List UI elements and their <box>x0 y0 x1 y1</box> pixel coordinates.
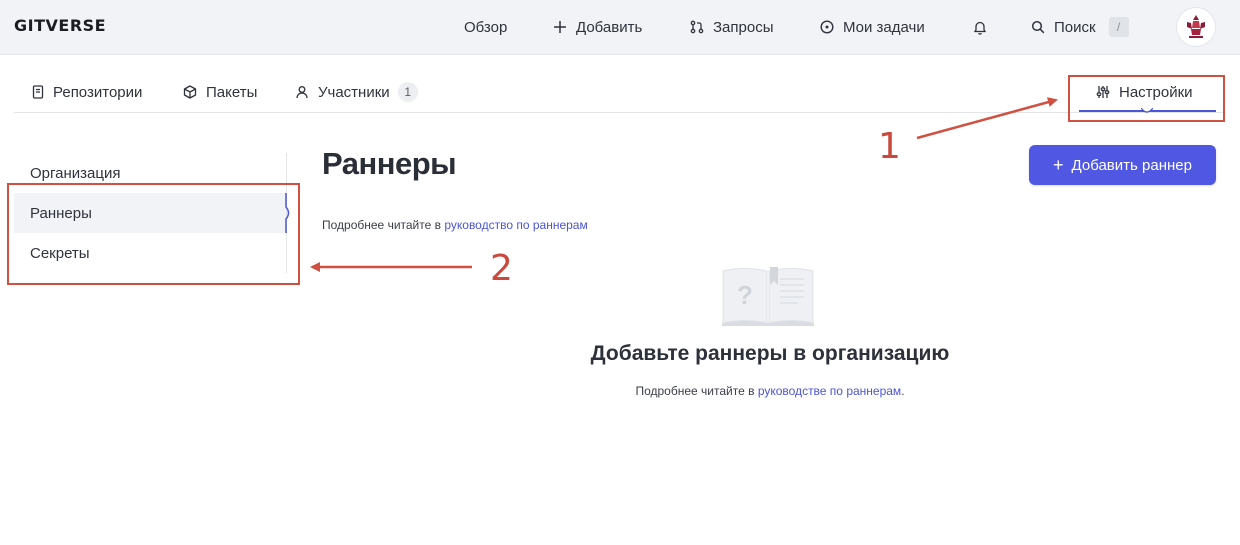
tab-members-label: Участники <box>318 83 390 101</box>
runners-guide-link[interactable]: руководство по раннерам <box>444 218 587 232</box>
nav-requests-label: Запросы <box>713 18 774 36</box>
tab-repositories-label: Репозитории <box>53 83 143 101</box>
empty-state-title: Добавьте раннеры в организацию <box>590 342 950 365</box>
nav-my-tasks-label: Мои задачи <box>843 18 925 36</box>
svg-text:?: ? <box>737 280 753 310</box>
pull-request-icon <box>690 20 704 34</box>
page-title: Раннеры <box>322 146 457 181</box>
members-count-badge: 1 <box>397 82 418 102</box>
annotation-box-sidebar <box>7 183 300 285</box>
nav-search-label: Поиск <box>1054 18 1096 36</box>
add-runner-button[interactable]: + Добавить раннер <box>1029 145 1216 185</box>
nav-add-label: Добавить <box>576 18 643 36</box>
search-icon <box>1031 20 1045 34</box>
runners-hint: Подробнее читайте в руководство по ранне… <box>322 218 588 232</box>
empty-hint-prefix: Подробнее читайте в <box>635 384 758 398</box>
nav-overview[interactable]: Обзор <box>464 17 507 37</box>
issue-circle-icon <box>820 20 834 34</box>
search-shortcut-key: / <box>1108 17 1129 37</box>
annotation-arrow-1 <box>916 97 1058 140</box>
tab-members[interactable]: Участники 1 <box>295 82 418 102</box>
annotation-label-2: 2 <box>490 248 513 289</box>
bell-icon <box>974 21 986 35</box>
plus-icon: + <box>1053 155 1064 175</box>
nav-requests[interactable]: Запросы <box>690 17 774 37</box>
nav-my-tasks[interactable]: Мои задачи <box>820 17 925 37</box>
tab-repositories[interactable]: Репозитории <box>32 82 142 102</box>
hint-prefix: Подробнее читайте в <box>322 218 445 232</box>
open-book-question-icon: ? <box>722 267 814 326</box>
org-emblem-icon <box>1187 15 1205 38</box>
nav-overview-label: Обзор <box>464 18 508 36</box>
notifications-button[interactable] <box>973 17 996 37</box>
sidebar-item-label: Организация <box>30 164 121 182</box>
user-icon <box>296 86 308 99</box>
plus-icon <box>554 21 566 33</box>
nav-add[interactable]: Добавить <box>553 17 642 37</box>
package-icon <box>183 85 197 99</box>
tab-packages[interactable]: Пакеты <box>183 82 257 102</box>
annotation-label-1: 1 <box>878 126 901 167</box>
gitverse-logo[interactable]: GITVERSE <box>14 16 106 35</box>
add-runner-label: Добавить раннер <box>1071 156 1192 174</box>
empty-state-hint: Подробнее читайте в руководстве по ранне… <box>500 384 1040 398</box>
annotation-box-settings <box>1068 75 1225 122</box>
user-avatar[interactable] <box>1176 7 1216 47</box>
repository-icon <box>32 85 44 99</box>
empty-hint-suffix: . <box>901 384 905 398</box>
empty-state: Добавьте раннеры в организацию Подробнее… <box>500 342 1040 398</box>
tabs-divider <box>14 112 1226 113</box>
nav-search[interactable]: Поиск / <box>1031 17 1129 37</box>
tab-packages-label: Пакеты <box>206 83 258 101</box>
empty-runners-guide-link[interactable]: руководстве по раннерам <box>758 384 901 398</box>
top-bar: GITVERSE Обзор Добавить Запросы Мои зада… <box>0 0 1240 55</box>
